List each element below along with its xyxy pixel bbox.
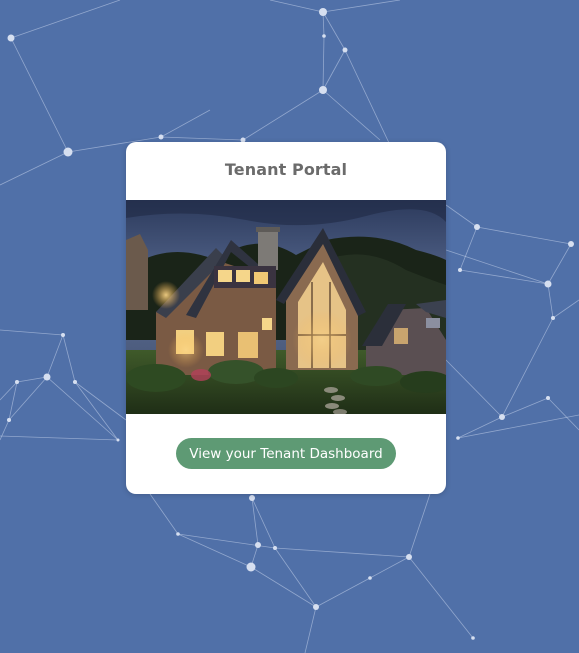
view-tenant-dashboard-button[interactable]: View your Tenant Dashboard	[176, 438, 396, 469]
card-title: Tenant Portal	[224, 160, 348, 179]
house-photo	[126, 200, 446, 414]
tenant-portal-card: Tenant Portal View your Tenant Dashboard	[126, 142, 446, 494]
